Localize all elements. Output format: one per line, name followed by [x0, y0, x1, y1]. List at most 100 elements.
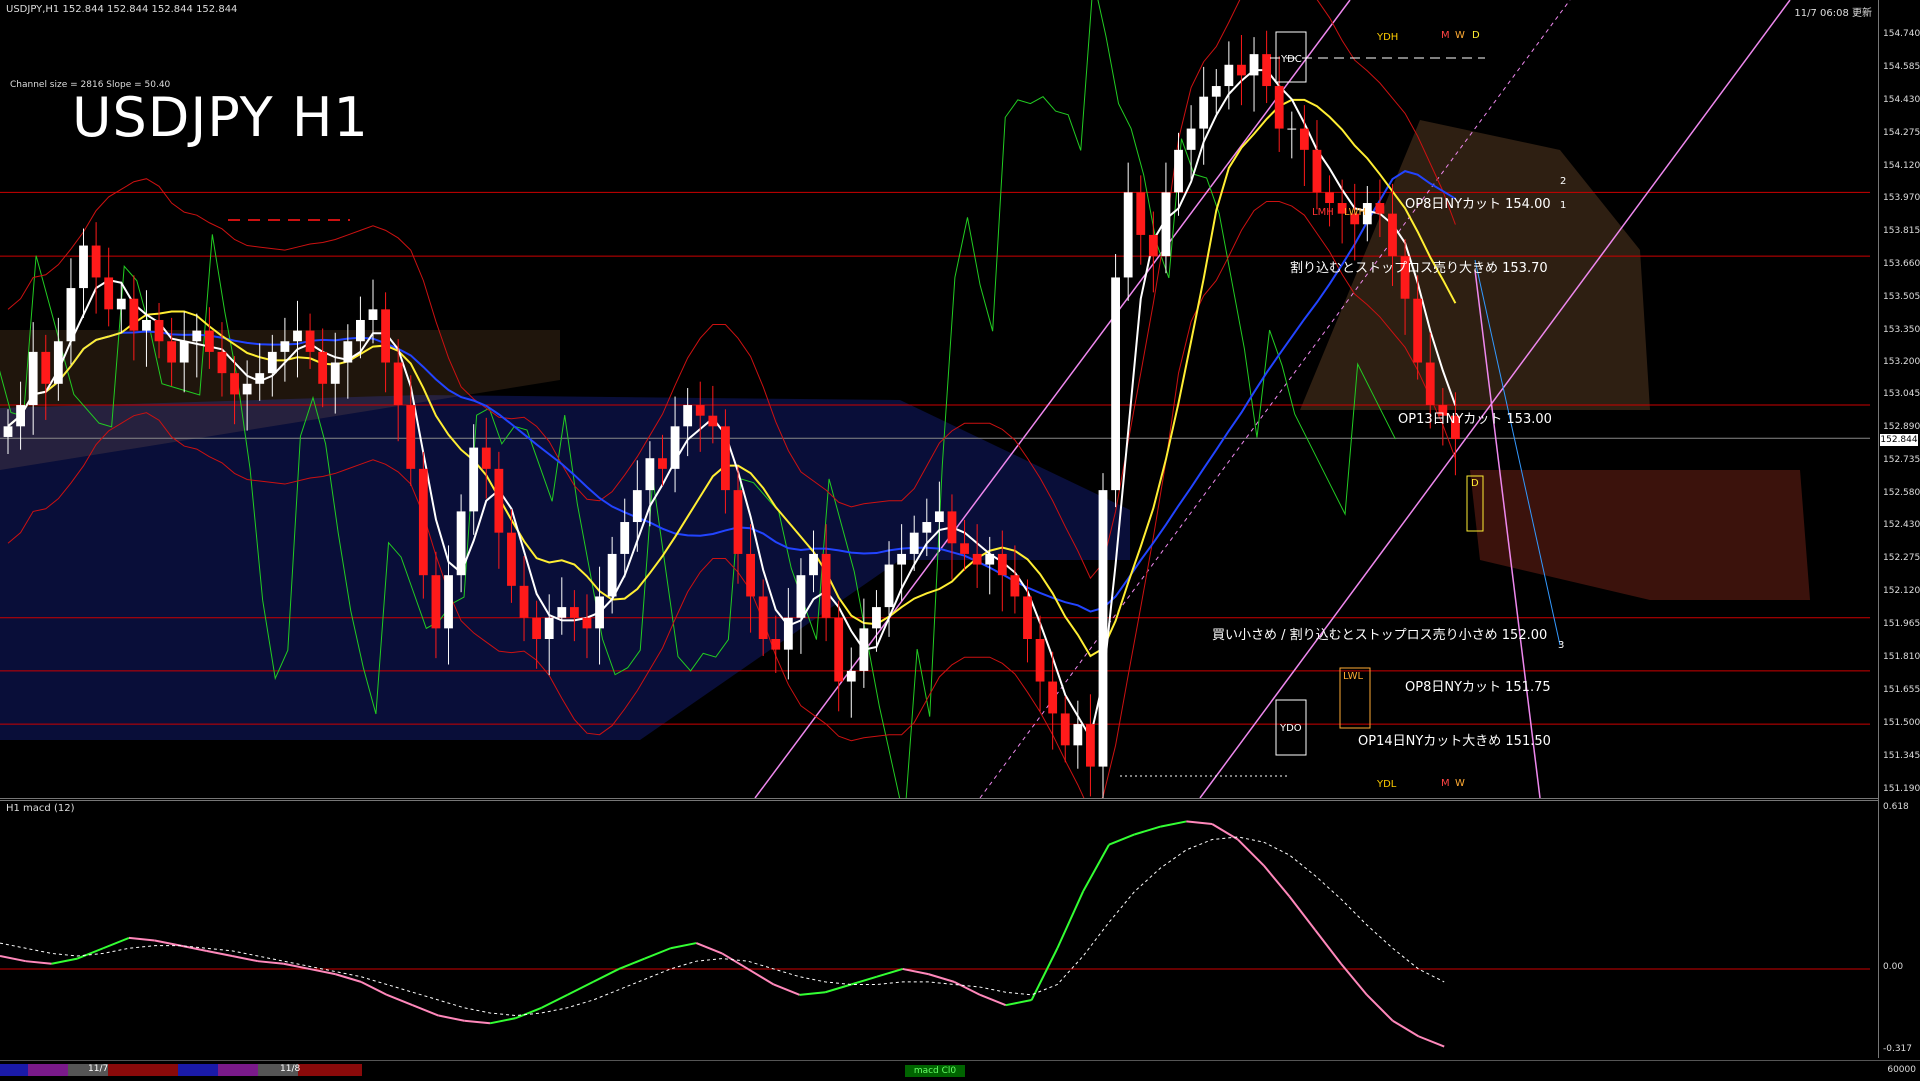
label-d-mid: D: [1471, 478, 1479, 489]
price-tick: 152.120: [1883, 586, 1920, 597]
candle-body: [1237, 64, 1246, 76]
candle-body: [1023, 596, 1032, 639]
candle-body: [670, 426, 680, 469]
bar-segment-purple-1: [28, 1064, 68, 1076]
candle-body: [733, 490, 743, 554]
candle-body: [1073, 724, 1083, 746]
macd-segment: [747, 968, 775, 986]
label-ydl: YDL: [1377, 779, 1397, 790]
macd-segment: [902, 967, 929, 976]
candle-body: [1287, 128, 1297, 130]
macd-segment: [670, 942, 697, 950]
candle-body: [1249, 54, 1259, 76]
macd-segment: [386, 993, 414, 1007]
candle-body: [28, 351, 38, 406]
candle-body: [1148, 234, 1158, 257]
candle-body: [557, 607, 567, 618]
macd-segment: [1340, 963, 1368, 996]
label-m-top: M: [1441, 30, 1450, 41]
candle-body: [834, 617, 844, 682]
macd-tick: 0.00: [1883, 961, 1904, 972]
candle-body: [569, 607, 579, 618]
price-tick: 153.660: [1883, 258, 1920, 269]
candle-body: [1312, 149, 1322, 193]
macd-segment: [489, 1017, 516, 1025]
macd-segment: [850, 975, 878, 986]
last-update-time: 11/7 06:08 更新: [1794, 8, 1872, 19]
candle-body: [1199, 96, 1209, 129]
bar-segment-blue-2: [178, 1064, 218, 1076]
candle-body: [620, 522, 630, 554]
candle-body: [242, 383, 252, 395]
candle-body: [431, 575, 441, 629]
candle-body: [343, 341, 353, 363]
macd-segment: [1108, 833, 1136, 846]
macd-segment: [695, 942, 723, 955]
bar-segment-red-2: [298, 1064, 362, 1076]
macd-pane[interactable]: [0, 800, 1878, 1059]
macd-segment: [979, 993, 1007, 1007]
candle-body: [519, 585, 529, 618]
macd-segment: [1160, 820, 1187, 828]
label-m-bottom: M: [1441, 778, 1450, 789]
candle-body: [645, 458, 655, 491]
candle-body: [796, 575, 806, 618]
candle-body: [809, 553, 818, 576]
price-tick: 153.970: [1883, 192, 1920, 203]
price-tick: 151.810: [1883, 652, 1920, 663]
macd-segment: [928, 973, 955, 983]
macd-segment: [773, 983, 800, 996]
price-tick: 154.430: [1883, 94, 1920, 105]
candle-body: [66, 288, 76, 342]
candle-body: [356, 319, 365, 342]
price-tick: 153.815: [1883, 225, 1920, 236]
candle-body: [1010, 575, 1020, 597]
macd-segment: [309, 967, 336, 976]
candle-body: [494, 468, 504, 533]
price-tick: 151.655: [1883, 685, 1920, 696]
price-tick: 152.735: [1883, 455, 1920, 466]
candle-body: [507, 532, 516, 586]
price-tick: 152.275: [1883, 553, 1920, 564]
price-tick: 151.500: [1883, 718, 1920, 729]
candle-body: [129, 298, 139, 331]
macd-segment: [1056, 890, 1085, 949]
wave-label-3: 3: [1558, 640, 1565, 651]
candle-body: [318, 351, 328, 384]
macd-tick: -0.317: [1883, 1044, 1913, 1054]
bar-segment-red-1: [108, 1064, 178, 1076]
macd-segment: [1134, 825, 1161, 836]
candle-body: [217, 351, 227, 374]
candle-body: [708, 415, 718, 427]
candle-body: [368, 309, 378, 320]
candle-body: [1211, 86, 1221, 97]
candle-body: [469, 447, 479, 512]
macd-segment: [206, 949, 233, 957]
current-price-label: 152.844: [1880, 434, 1918, 446]
macd-segment: [25, 960, 52, 965]
price-tick: 154.585: [1883, 61, 1920, 72]
price-tick: 151.965: [1883, 619, 1920, 630]
price-tick: 152.580: [1883, 488, 1920, 499]
candle-body: [1388, 213, 1397, 257]
price-tick: 153.350: [1883, 324, 1920, 335]
macd-segment: [102, 936, 130, 950]
candle-body: [1325, 192, 1334, 204]
candle-body: [393, 362, 403, 406]
candle-body: [167, 341, 177, 363]
candle-body: [595, 596, 604, 629]
candle-body: [444, 575, 453, 629]
candle-body: [846, 670, 856, 682]
macd-segment: [334, 973, 362, 983]
candle-body: [53, 341, 63, 384]
candle-body: [922, 522, 932, 533]
candle-body: [1111, 277, 1120, 491]
macd-segment: [566, 981, 594, 996]
candle-body: [481, 447, 491, 469]
candle-body: [418, 468, 428, 576]
macd-segment: [0, 955, 26, 963]
annotation-buy-152: 買い小さめ / 割り込むとストップロス売り小さめ 152.00: [1212, 628, 1548, 643]
macd-segment: [1237, 838, 1265, 867]
candle-body: [632, 490, 642, 523]
price-axis[interactable]: 154.740 154.585 154.430 154.275 154.120 153.9…: [1878, 0, 1920, 1058]
